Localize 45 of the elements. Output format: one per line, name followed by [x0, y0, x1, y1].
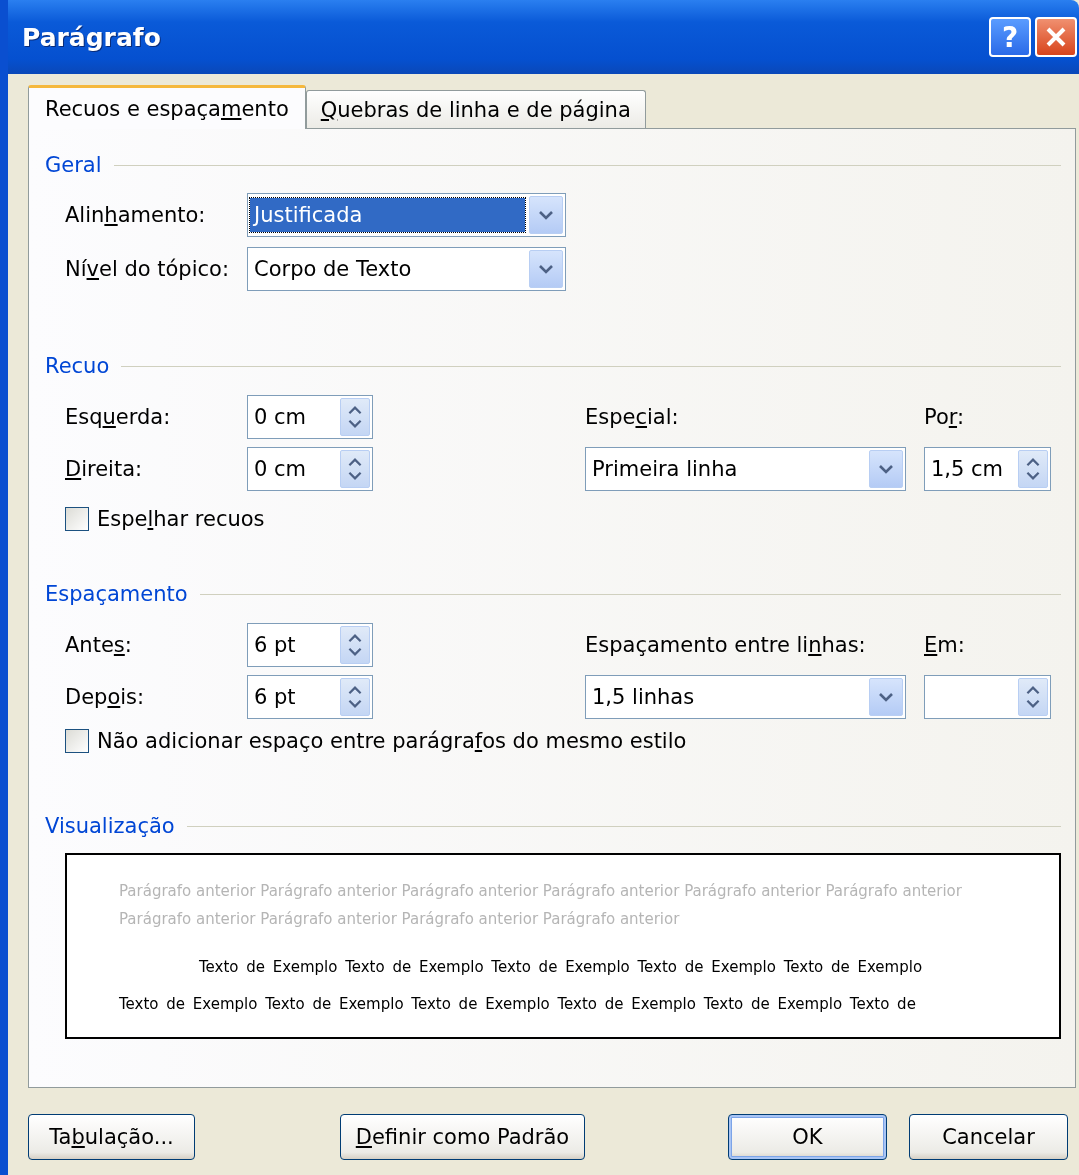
section-heading: Geral — [45, 153, 102, 177]
checkbox[interactable] — [65, 729, 89, 753]
spinner-arrows-icon[interactable] — [1018, 450, 1048, 488]
dropdown[interactable]: 1,5 linhas — [585, 675, 906, 719]
section-heading: Visualização — [45, 814, 175, 838]
spin-field[interactable]: 6 pt — [247, 623, 373, 667]
preview-sample-text: Texto de Exemplo Texto de Exemplo Texto de Exemplo Texto de Exemplo Texto de Exemplo Texto de Exemplo Texto de Exemplo Texto de Exemplo Texto de Exemplo Texto de Exemplo Texto de — [119, 957, 924, 1015]
close-button[interactable] — [1035, 17, 1077, 57]
tab[interactable]: Recuos e espaçamento — [28, 85, 306, 129]
field-label: Esquerda: — [65, 405, 172, 429]
dropdown[interactable]: Corpo de Texto — [247, 247, 566, 291]
field-label: Direita: — [65, 457, 144, 481]
field-label: Nível do tópico: — [65, 257, 229, 281]
spin-field[interactable] — [924, 675, 1051, 719]
field-label: Alinhamento: — [65, 203, 206, 227]
spin-field[interactable]: 1,5 cm — [924, 447, 1051, 491]
field-label: Espaçamento entre linhas: — [585, 633, 867, 657]
dialog-button[interactable]: OK — [728, 1114, 887, 1160]
tab[interactable]: Quebras de linha e de página — [305, 90, 646, 128]
dropdown[interactable]: Primeira linha — [585, 447, 906, 491]
spinner-arrows-icon[interactable] — [1018, 678, 1048, 716]
spin-field[interactable]: 6 pt — [247, 675, 373, 719]
dialog-button[interactable]: Tabulação... — [28, 1114, 195, 1160]
spin-field[interactable]: 0 cm — [247, 395, 373, 439]
field-label: Depois: — [65, 685, 146, 709]
window-title: Parágrafo — [22, 22, 162, 52]
dialog-button[interactable]: Cancelar — [909, 1114, 1068, 1160]
preview-previous-paragraph: Parágrafo anterior Parágrafo anterior Parágrafo anterior Parágrafo anterior Parágrafo anterior Parágrafo anterior Parágrafo anterior Parágrafo anterior Parágrafo anterior Parágrafo anterior — [119, 881, 963, 930]
close-icon — [1044, 25, 1068, 49]
section-heading: Recuo — [45, 354, 110, 378]
field-label: Por: — [924, 405, 966, 429]
checkbox-label: Espelhar recuos — [97, 507, 265, 531]
spinner-arrows-icon[interactable] — [340, 678, 370, 716]
spinner-arrows-icon[interactable] — [340, 398, 370, 436]
spinner-arrows-icon[interactable] — [340, 626, 370, 664]
section-heading: Espaçamento — [45, 582, 188, 606]
dialog-button[interactable]: Definir como Padrão — [340, 1114, 585, 1160]
checkbox[interactable] — [65, 507, 89, 531]
spinner-arrows-icon[interactable] — [340, 450, 370, 488]
spin-field[interactable]: 0 cm — [247, 447, 373, 491]
checkbox-label: Não adicionar espaço entre parágrafos do mesmo estilo — [97, 729, 687, 753]
field-label: Em: — [924, 633, 966, 657]
dropdown[interactable]: Justificada — [247, 193, 566, 237]
field-label: Especial: — [585, 405, 680, 429]
field-label: Antes: — [65, 633, 133, 657]
